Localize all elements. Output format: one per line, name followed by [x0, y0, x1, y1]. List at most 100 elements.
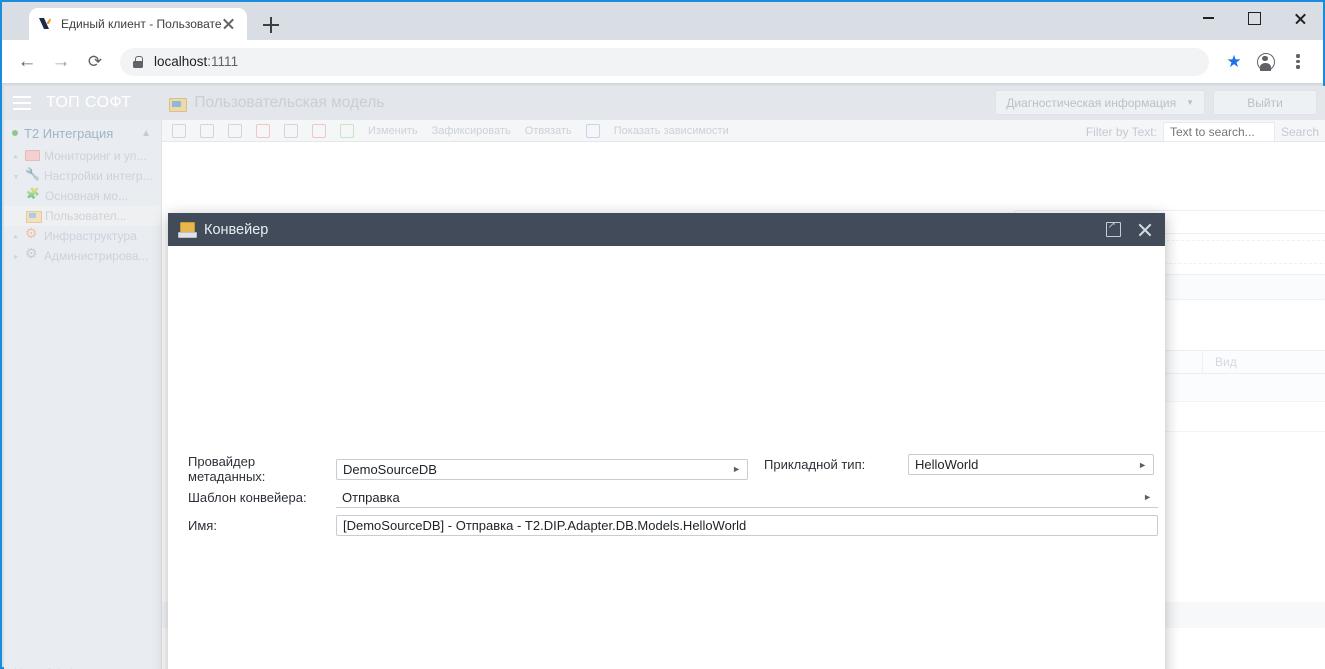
sidebar-item-main-model[interactable]: Основная мо...: [4, 186, 161, 206]
new-document-icon[interactable]: [172, 123, 186, 138]
address-bar[interactable]: localhost:1111: [120, 47, 1209, 76]
window-close-icon[interactable]: [1277, 2, 1323, 34]
conveyor-template-value: Отправка: [342, 489, 400, 505]
bg-column-type: Вид: [1202, 351, 1325, 373]
search-input[interactable]: [1162, 122, 1275, 142]
field-metadata-provider: Провайдер метаданных: DemoSourceDB ►: [188, 454, 748, 484]
hamburger-menu-icon[interactable]: [4, 86, 40, 120]
dialog-close-icon[interactable]: [1129, 216, 1161, 244]
url-host: localhost: [154, 54, 208, 69]
sidebar-item-label: Основная мо...: [45, 189, 129, 203]
status-dot-icon: [12, 130, 18, 136]
dropdown-arrow-icon[interactable]: ►: [1132, 460, 1147, 470]
forward-arrow-icon[interactable]: →: [46, 47, 76, 77]
page-title-wrap: Пользовательская модель: [153, 94, 384, 112]
dialog-body: Провайдер метаданных: DemoSourceDB ► При…: [168, 246, 1165, 669]
chevron-down-icon: ▼: [1186, 98, 1194, 107]
star-icon[interactable]: ★: [1219, 47, 1249, 77]
browser-window: Единый клиент - Пользователь ← → ⟳ local…: [0, 0, 1325, 669]
toolbar-item-commit[interactable]: Зафиксировать: [432, 125, 511, 137]
application-type-input[interactable]: HelloWorld ►: [908, 454, 1154, 475]
brand-label: ТОП СОФТ: [46, 94, 132, 111]
sidebar-item-administration[interactable]: ▸ Администрирова...: [4, 245, 161, 266]
admin-gear-icon: [25, 245, 40, 263]
restore-window-icon[interactable]: [1097, 216, 1129, 244]
save-as-icon[interactable]: [228, 123, 242, 138]
three-dot-menu-icon[interactable]: [1283, 47, 1313, 77]
delete-icon[interactable]: [256, 123, 270, 138]
field-name: Имя: [DemoSourceDB] - Отправка - T2.DIP.…: [188, 515, 1158, 536]
profile-avatar-icon[interactable]: [1251, 47, 1281, 77]
chevron-up-icon[interactable]: ▲: [141, 128, 151, 139]
window-controls: [1185, 2, 1323, 34]
twisty-icon[interactable]: ▸: [14, 252, 25, 261]
sidebar-item-user-model[interactable]: Пользовател...: [4, 206, 161, 226]
sidebar-item-label: Инфраструктура: [44, 229, 137, 243]
sidebar-item-infrastructure[interactable]: ▸ Инфраструктура: [4, 225, 161, 246]
application-type-label: Прикладной тип:: [764, 457, 866, 472]
exit-button[interactable]: Выйти: [1213, 90, 1317, 115]
url-port: :1111: [207, 54, 239, 69]
application-type-value: HelloWorld: [915, 457, 979, 472]
exit-label: Выйти: [1247, 95, 1283, 110]
twisty-icon[interactable]: ▸: [14, 232, 25, 241]
reload-icon[interactable]: ⟳: [80, 47, 110, 77]
name-value: [DemoSourceDB] - Отправка - T2.DIP.Adapt…: [343, 518, 747, 533]
field-conveyor-template: Шаблон конвейера: Отправка ►: [188, 487, 1158, 508]
browser-tab-title: Единый клиент - Пользователь: [61, 17, 221, 31]
metadata-provider-label: Провайдер метаданных:: [188, 454, 266, 484]
metadata-provider-value: DemoSourceDB: [343, 461, 437, 477]
diagnostics-dropdown-button[interactable]: Диагностическая информация ▼: [995, 90, 1205, 115]
diagnostics-label: Диагностическая информация: [1006, 95, 1177, 110]
browser-toolbar: ← → ⟳ localhost:1111 ★: [2, 40, 1323, 84]
sidebar-item-label: Пользовател...: [45, 209, 127, 223]
name-input[interactable]: [DemoSourceDB] - Отправка - T2.DIP.Adapt…: [336, 515, 1158, 536]
twisty-icon[interactable]: ▸: [14, 152, 25, 161]
search-button[interactable]: Search: [1281, 125, 1319, 139]
sidebar-item-monitoring[interactable]: ▸ Мониторинг и уп...: [4, 146, 161, 166]
gear-orange-icon: [25, 225, 40, 243]
minimize-icon[interactable]: [1185, 2, 1231, 34]
refresh-icon[interactable]: [340, 123, 354, 138]
sidebar-item-integration-settings[interactable]: ▾ Настройки интегр...: [4, 166, 161, 186]
sidebar-group-label: Т2 Интеграция: [24, 125, 114, 141]
sidebar-item-label: Настройки интегр...: [44, 169, 153, 183]
sidebar-item-label: Мониторинг и уп...: [44, 149, 147, 163]
toolbar-item-unlink[interactable]: Отвязать: [525, 125, 572, 137]
sidebar-item-label: Администрирова...: [44, 249, 149, 263]
dependencies-icon[interactable]: [585, 123, 600, 138]
toolbar-item-edit[interactable]: Изменить: [368, 125, 418, 137]
conveyor-dialog: Конвейер Провайдер метаданных: DemoSourc…: [168, 213, 1165, 669]
sidebar-group-t2[interactable]: Т2 Интеграция ▲: [4, 120, 161, 146]
filter-label: Filter by Text:: [1085, 125, 1157, 139]
dropdown-arrow-icon[interactable]: ►: [726, 464, 741, 474]
name-label: Имя:: [188, 518, 217, 533]
folder-icon: [26, 209, 42, 223]
header-actions: Диагностическая информация ▼ Выйти: [995, 90, 1317, 115]
page-title: Пользовательская модель: [194, 94, 385, 111]
save-icon[interactable]: [200, 123, 214, 138]
maximize-icon[interactable]: [1231, 2, 1277, 34]
conveyor-template-input[interactable]: Отправка ►: [336, 487, 1158, 508]
dialog-titlebar[interactable]: Конвейер: [168, 213, 1165, 246]
browser-tab[interactable]: Единый клиент - Пользователь: [29, 8, 247, 40]
dropdown-arrow-icon[interactable]: ►: [1137, 492, 1152, 502]
twisty-icon[interactable]: ▾: [14, 172, 25, 181]
back-arrow-icon[interactable]: ←: [12, 47, 42, 77]
conveyor-template-label: Шаблон конвейера:: [188, 490, 307, 505]
field-application-type: Прикладной тип: HelloWorld ►: [764, 454, 1154, 475]
metadata-provider-input[interactable]: DemoSourceDB ►: [336, 458, 748, 480]
wrench-icon: [25, 169, 40, 183]
new-tab-icon[interactable]: [258, 12, 284, 38]
tab-close-icon[interactable]: [221, 16, 237, 32]
monitor-icon: [25, 149, 40, 163]
folder-model-icon: [169, 96, 188, 112]
cut-icon[interactable]: [284, 123, 298, 138]
lock-icon: [132, 55, 144, 68]
toolbar-item-dependencies[interactable]: Показать зависимости: [614, 125, 729, 137]
screen-root: Единый клиент - Пользователь ← → ⟳ local…: [0, 0, 1325, 669]
app-header: ТОП СОФТ Пользовательская модель Диагнос…: [4, 86, 1325, 120]
web-application: ТОП СОФТ Пользовательская модель Диагнос…: [4, 86, 1325, 669]
ban-icon[interactable]: [312, 123, 326, 138]
conveyor-window-icon: [178, 222, 197, 238]
